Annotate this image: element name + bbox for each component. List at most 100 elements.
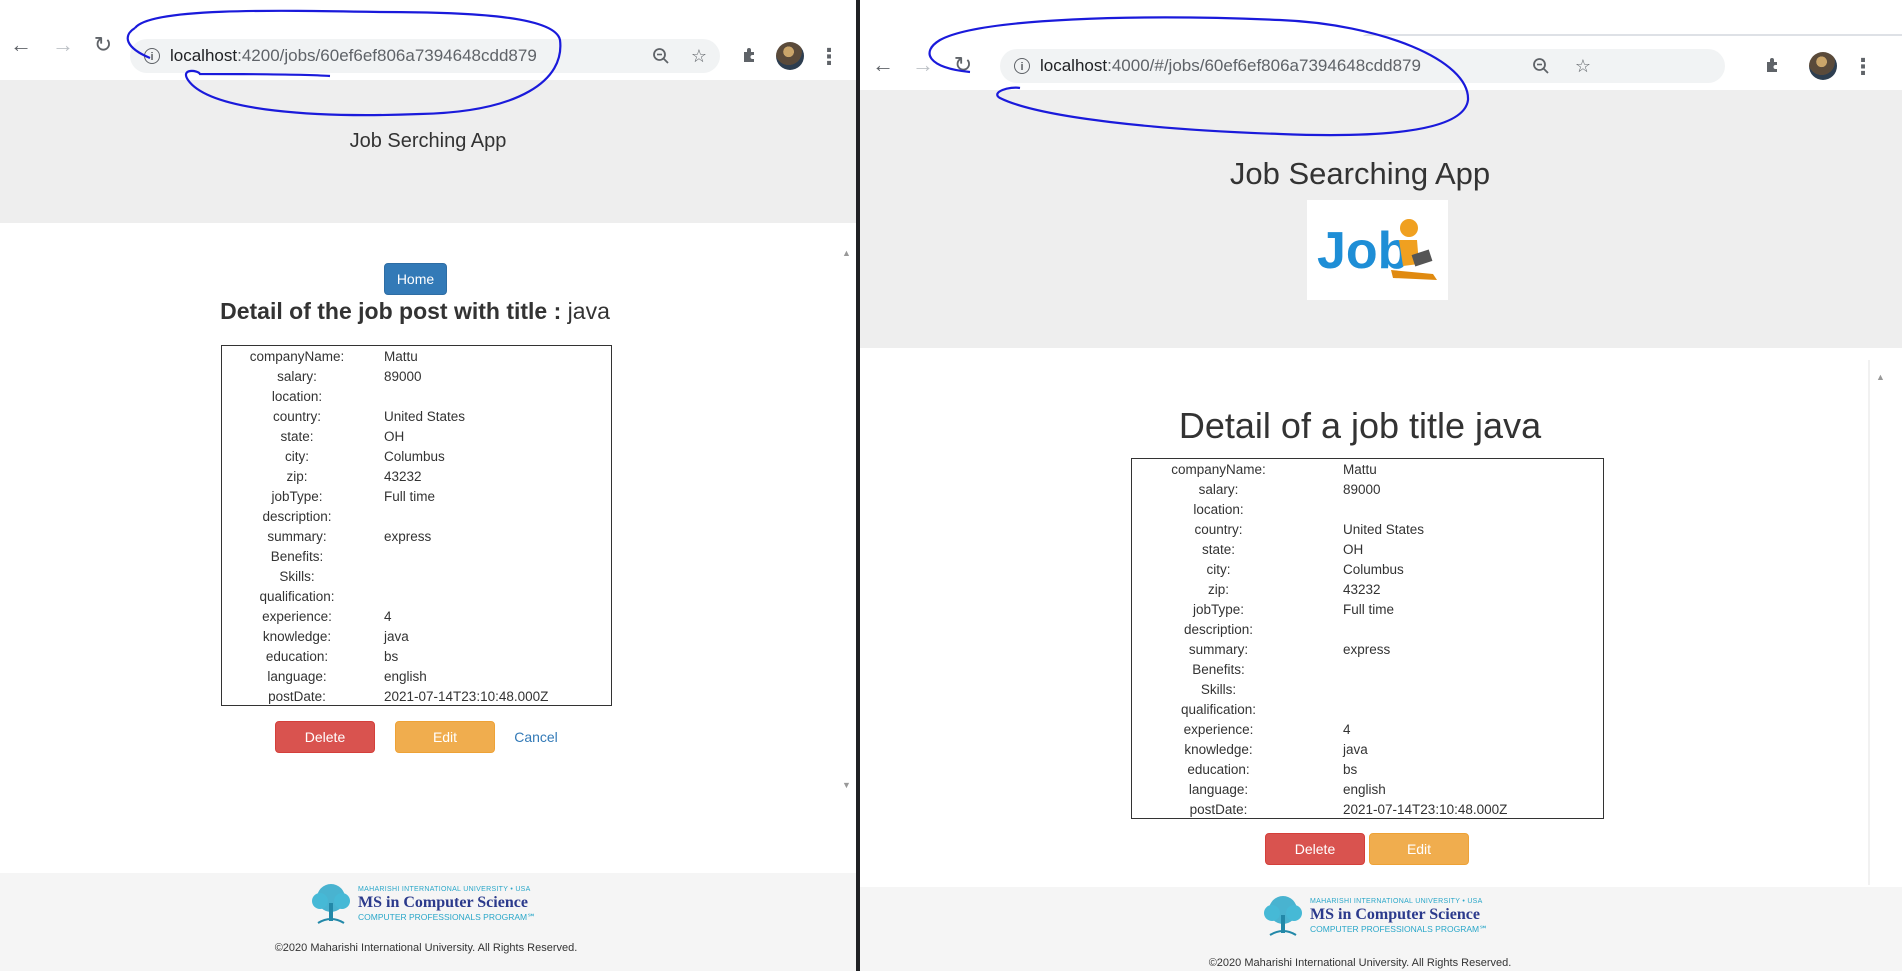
url-text: localhost:4200/jobs/60ef6ef806a7394648cd… (170, 46, 537, 66)
left-browser-window: ← → ↻ i localhost:4200/jobs/60ef6ef806a7… (0, 0, 856, 971)
scrollbar-track[interactable] (1868, 360, 1870, 885)
cancel-link[interactable]: Cancel (505, 721, 567, 753)
detail-value: Full time (384, 489, 436, 504)
detail-value: Full time (1343, 602, 1395, 617)
detail-key: education: (1187, 762, 1250, 777)
detail-key: state: (1201, 542, 1236, 557)
job-detail-table: companyName: Mattu salary: 89000 location: co… (1131, 458, 1604, 819)
detail-row: companyName: Mattu (222, 347, 611, 367)
detail-key: country: (272, 409, 322, 424)
detail-row: description: (222, 507, 611, 527)
detail-key: experience: (262, 609, 332, 624)
profile-avatar[interactable] (776, 42, 804, 70)
scrollbar-up-arrow[interactable]: ▲ (1876, 372, 1885, 382)
detail-row: experience: 4 (222, 607, 611, 627)
address-bar[interactable]: i localhost:4000/#/jobs/60ef6ef806a73946… (1000, 49, 1725, 83)
detail-row: postDate: 2021-07-14T23:10:48.000Z (1132, 800, 1603, 820)
detail-value: english (384, 669, 427, 684)
detail-value: Columbus (384, 449, 445, 464)
detail-row: salary: 89000 (1132, 480, 1603, 500)
tree-logo-icon (1264, 896, 1302, 936)
reload-icon[interactable]: ↻ (88, 30, 118, 60)
extensions-icon[interactable] (1760, 52, 1786, 78)
detail-key: companyName: (249, 349, 345, 364)
detail-key: location: (1193, 502, 1244, 517)
detail-row: Benefits: (1132, 660, 1603, 680)
detail-row: salary: 89000 (222, 367, 611, 387)
forward-arrow-icon[interactable]: → (908, 50, 938, 80)
zoom-out-icon[interactable] (650, 45, 672, 67)
edit-button[interactable]: Edit (395, 721, 495, 753)
detail-row: jobType: Full time (1132, 600, 1603, 620)
detail-key: zip: (286, 469, 308, 484)
detail-key: description: (262, 509, 332, 524)
detail-row: knowledge: java (222, 627, 611, 647)
info-icon[interactable]: i (144, 48, 160, 64)
detail-row: location: (222, 387, 611, 407)
footer: MAHARISHI INTERNATIONAL UNIVERSITY • USA… (860, 887, 1902, 971)
edit-button[interactable]: Edit (1369, 833, 1469, 865)
detail-key: knowledge: (262, 629, 332, 644)
url-path: :4000/#/jobs/60ef6ef806a7394648cdd879 (1107, 56, 1421, 75)
detail-row: summary: express (222, 527, 611, 547)
zoom-out-icon[interactable] (1530, 55, 1552, 77)
detail-key: state: (280, 429, 314, 444)
detail-value: bs (384, 649, 399, 664)
back-arrow-icon[interactable]: ← (868, 50, 898, 80)
detail-value: 89000 (1343, 482, 1381, 497)
detail-key: country: (1194, 522, 1243, 537)
footer-program: MS in Computer Science (1310, 906, 1480, 924)
back-arrow-icon[interactable]: ← (6, 30, 36, 60)
detail-row: language: english (1132, 780, 1603, 800)
delete-button[interactable]: Delete (1265, 833, 1365, 865)
detail-value: express (384, 529, 432, 544)
detail-row: state: OH (222, 427, 611, 447)
reload-icon[interactable]: ↻ (948, 50, 978, 80)
info-icon[interactable]: i (1014, 58, 1030, 74)
detail-row: Skills: (1132, 680, 1603, 700)
detail-key: city: (284, 449, 309, 464)
detail-key: Benefits: (1192, 662, 1245, 677)
detail-row: location: (1132, 500, 1603, 520)
detail-key: qualification: (1180, 702, 1257, 717)
delete-button[interactable]: Delete (275, 721, 375, 753)
more-menu-icon[interactable]: ⋮ (1850, 54, 1876, 80)
detail-value: Mattu (384, 349, 418, 364)
detail-value: 2021-07-14T23:10:48.000Z (384, 689, 549, 704)
detail-value: 43232 (384, 469, 422, 484)
heading-job-title: java (567, 298, 610, 324)
detail-value: 4 (1343, 722, 1351, 737)
detail-key: jobType: (271, 489, 323, 504)
detail-row: education: bs (222, 647, 611, 667)
detail-row: education: bs (1132, 760, 1603, 780)
detail-value: 43232 (1343, 582, 1381, 597)
detail-value: United States (384, 409, 466, 424)
more-menu-icon[interactable]: ⋮ (816, 44, 842, 70)
detail-row: zip: 43232 (222, 467, 611, 487)
detail-key: language: (267, 669, 327, 684)
detail-key: zip: (1207, 582, 1229, 597)
forward-arrow-icon[interactable]: → (48, 30, 78, 60)
detail-row: qualification: (222, 587, 611, 607)
detail-row: knowledge: java (1132, 740, 1603, 760)
detail-key: Skills: (1200, 682, 1237, 697)
detail-value: java (1343, 742, 1368, 757)
profile-avatar[interactable] (1809, 52, 1837, 80)
detail-key: salary: (1198, 482, 1239, 497)
extensions-icon[interactable] (737, 42, 763, 68)
star-icon[interactable]: ☆ (688, 45, 710, 67)
address-bar[interactable]: i localhost:4200/jobs/60ef6ef806a7394648… (130, 39, 720, 73)
footer-university: MAHARISHI INTERNATIONAL UNIVERSITY • USA (358, 886, 531, 894)
star-icon[interactable]: ☆ (1572, 55, 1594, 77)
detail-key: knowledge: (1184, 742, 1253, 757)
page-heading: Detail of the job post with title : java (0, 298, 830, 325)
home-button[interactable]: Home (384, 263, 447, 295)
tree-logo-icon (312, 884, 350, 924)
url-host: localhost (1040, 56, 1108, 75)
scrollbar-down-arrow[interactable]: ▼ (842, 780, 851, 790)
detail-row: city: Columbus (1132, 560, 1603, 580)
detail-row: postDate: 2021-07-14T23:10:48.000Z (222, 687, 611, 707)
scrollbar-up-arrow[interactable]: ▲ (842, 248, 851, 258)
page-heading: Detail of a job title java (1178, 405, 1542, 446)
detail-key: summary: (267, 529, 327, 544)
